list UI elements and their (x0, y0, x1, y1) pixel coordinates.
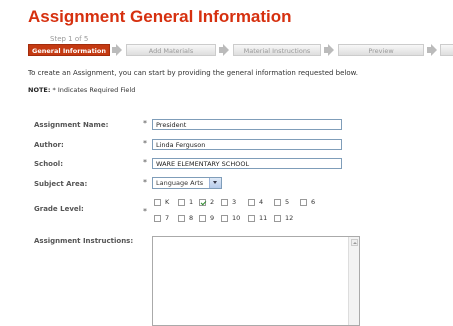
grade-option-10[interactable]: 10 (221, 214, 240, 222)
grade-option-6[interactable]: 6 (300, 198, 315, 206)
assignment-instructions-textarea[interactable] (152, 236, 360, 326)
checkbox[interactable] (274, 214, 281, 222)
grade-option-4[interactable]: 4 (248, 198, 263, 206)
page-title: Assignment General Information (28, 7, 292, 26)
author-label: Author: (34, 141, 64, 149)
wizard-step-material-instructions[interactable]: Material Instructions (233, 44, 321, 56)
school-input[interactable]: WARE ELEMENTARY SCHOOL (152, 158, 342, 169)
required-mark: * (143, 178, 147, 187)
grade-option-1[interactable]: 1 (178, 198, 193, 206)
wizard-step-general-information[interactable]: General Information (28, 44, 110, 56)
grade-option-3[interactable]: 3 (221, 198, 236, 206)
scroll-up-icon[interactable] (351, 239, 358, 246)
step-arrow-icon (116, 44, 122, 56)
checkbox[interactable] (178, 198, 185, 206)
grade-option-2[interactable]: 2 (199, 198, 214, 206)
checkbox-checked[interactable] (199, 198, 206, 206)
checkbox[interactable] (248, 214, 255, 222)
assignment-name-label: Assignment Name: (34, 121, 109, 129)
checkbox[interactable] (178, 214, 185, 222)
chevron-down-icon[interactable] (209, 178, 221, 188)
wizard-step-add-materials[interactable]: Add Materials (126, 44, 216, 56)
textarea-scrollbar[interactable] (348, 237, 359, 325)
checkbox[interactable] (248, 198, 255, 206)
step-indicator: Step 1 of 5 (50, 35, 89, 43)
step-arrow-icon (431, 44, 437, 56)
checkbox[interactable] (154, 214, 161, 222)
required-mark: * (143, 119, 147, 128)
step-arrow-icon (223, 44, 229, 56)
checkbox[interactable] (300, 198, 307, 206)
wizard-step-preview[interactable]: Preview (338, 44, 424, 56)
subject-area-label: Subject Area: (34, 180, 88, 188)
note-label: NOTE: (28, 86, 51, 94)
required-note: NOTE: * Indicates Required Field (28, 86, 135, 94)
subject-area-select[interactable]: Language Arts (152, 177, 222, 189)
wizard-step-next[interactable] (440, 44, 453, 56)
checkbox[interactable] (154, 198, 161, 206)
grade-option-11[interactable]: 11 (248, 214, 267, 222)
assignment-name-input[interactable]: President (152, 119, 342, 130)
required-mark: * (143, 207, 147, 216)
checkbox[interactable] (221, 198, 228, 206)
assignment-instructions-label: Assignment Instructions: (34, 237, 134, 245)
grade-option-7[interactable]: 7 (154, 214, 169, 222)
checkbox[interactable] (274, 198, 281, 206)
author-input[interactable]: Linda Ferguson (152, 139, 342, 150)
grade-level-label: Grade Level: (34, 205, 84, 213)
checkbox[interactable] (221, 214, 228, 222)
required-mark: * (143, 139, 147, 148)
grade-option-5[interactable]: 5 (274, 198, 289, 206)
subject-area-value: Language Arts (156, 179, 204, 187)
note-text: * Indicates Required Field (50, 86, 136, 94)
grade-option-9[interactable]: 9 (199, 214, 214, 222)
checkbox[interactable] (199, 214, 206, 222)
grade-option-12[interactable]: 12 (274, 214, 293, 222)
step-arrow-icon (328, 44, 334, 56)
grade-option-k[interactable]: K (154, 198, 169, 206)
grade-option-8[interactable]: 8 (178, 214, 193, 222)
intro-text: To create an Assignment, you can start b… (28, 69, 358, 77)
required-mark: * (143, 158, 147, 167)
school-label: School: (34, 160, 63, 168)
